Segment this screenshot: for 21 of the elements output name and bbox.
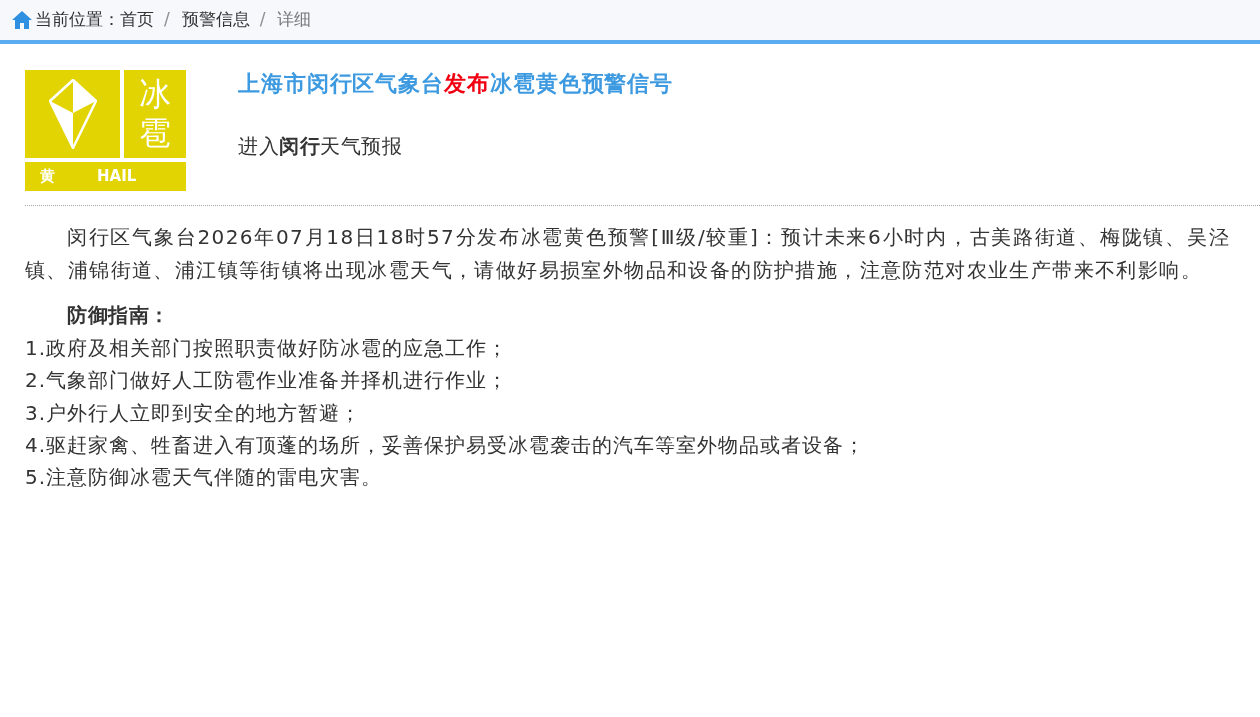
location-label: 当前位置： bbox=[35, 8, 120, 32]
sign-text: 冰 bbox=[139, 75, 171, 114]
breadcrumb-link[interactable]: 首页 bbox=[120, 7, 154, 33]
breadcrumb-separator: / bbox=[163, 8, 171, 32]
diamond-icon bbox=[48, 79, 97, 149]
guide-item: 1.政府及相关部门按照职责做好防冰雹的应急工作； bbox=[25, 335, 510, 362]
warning-paragraph: 闵行区气象台2026年07月18日18时57分发布冰雹黄色预警[Ⅲ级/较重]：预计未来6小时内，古美路街道、梅陇镇、吴泾镇、浦锦街道、浦江镇等街镇将出现冰雹天气，请做好易损室外物品和设备的防护措施，注意防范对农业生产带来不利影响。 bbox=[25, 224, 1230, 284]
breadcrumb-separator: / bbox=[258, 8, 267, 32]
guide-heading: 防御指南： bbox=[66, 302, 171, 329]
guide-item: 5.注意防御冰雹天气伴随的雷电灾害。 bbox=[25, 464, 384, 492]
sign-english-text: HAIL bbox=[97, 166, 137, 188]
guide-item: 3.户外行人立即到安全的地方暂避； bbox=[25, 399, 363, 427]
guide-item: 4.驱赶家禽、牲畜进入有顶蓬的场所，妥善保护易受冰雹袭击的汽车等室外物品或者设备； bbox=[25, 431, 867, 459]
breadcrumb-current: 详细 bbox=[277, 8, 312, 32]
guide-item: 2.气象部门做好人工防雹作业准备并择机进行作业； bbox=[25, 367, 510, 395]
home-icon bbox=[12, 11, 32, 29]
sign-text: 雹 bbox=[139, 114, 171, 153]
sign-level-text: 黄 bbox=[40, 166, 55, 188]
warning-title: 上海市闵行区气象台发布冰雹黄色预警信号 bbox=[238, 70, 674, 98]
breadcrumb-link[interactable]: 预警信息 bbox=[181, 7, 250, 33]
forecast-link[interactable]: 进入闵行天气预报 bbox=[238, 131, 402, 161]
